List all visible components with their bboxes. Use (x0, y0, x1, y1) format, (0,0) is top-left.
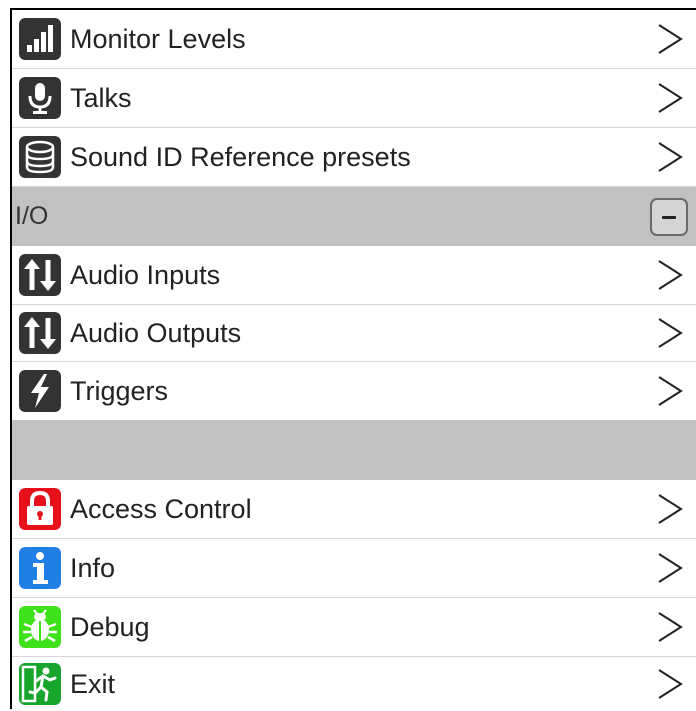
menu-item-label: Triggers (70, 375, 169, 406)
section-title: I/O (15, 202, 49, 230)
menu-item-label: Debug (70, 611, 150, 642)
menu-item-info[interactable]: Info (12, 539, 696, 598)
menu-item-talks[interactable]: Talks (12, 69, 696, 128)
chevron-right-icon (656, 611, 684, 643)
menu-item-sound-id-presets[interactable]: Sound ID Reference presets (12, 128, 696, 187)
up-down-arrows-icon (19, 254, 61, 296)
menu-item-access-control[interactable]: Access Control (12, 480, 696, 539)
chevron-right-icon (656, 317, 684, 349)
menu-item-exit[interactable]: Exit (12, 657, 696, 711)
signal-bars-icon (19, 18, 61, 60)
menu-item-debug[interactable]: Debug (12, 598, 696, 657)
menu-item-label: Info (70, 552, 116, 583)
database-icon (19, 136, 61, 178)
menu-item-triggers[interactable]: Triggers (12, 362, 696, 420)
info-icon (19, 547, 61, 589)
menu-item-label: Access Control (70, 493, 252, 524)
menu-item-label: Talks (70, 82, 132, 113)
settings-menu: Monitor Levels Talks Sound ID Reference … (10, 8, 696, 711)
menu-item-label: Sound ID Reference presets (70, 141, 411, 172)
menu-item-label: Exit (70, 668, 116, 699)
section-header-io[interactable]: I/O (12, 187, 696, 246)
collapse-section-button[interactable] (650, 197, 688, 236)
menu-item-label: Audio Outputs (70, 317, 242, 348)
chevron-right-icon (656, 552, 684, 584)
lock-icon (19, 488, 61, 530)
chevron-right-icon (656, 668, 684, 700)
bug-icon (19, 606, 61, 648)
section-header-empty (12, 420, 696, 480)
lightning-icon (19, 370, 61, 412)
up-down-arrows-icon (19, 312, 61, 354)
chevron-right-icon (656, 23, 684, 55)
chevron-right-icon (656, 493, 684, 525)
chevron-right-icon (656, 141, 684, 173)
menu-item-label: Audio Inputs (70, 259, 221, 290)
chevron-right-icon (656, 259, 684, 291)
chevron-right-icon (656, 82, 684, 114)
menu-item-monitor-levels[interactable]: Monitor Levels (12, 10, 696, 69)
exit-running-man-icon (19, 663, 61, 705)
microphone-icon (19, 77, 61, 119)
menu-item-label: Monitor Levels (70, 23, 246, 54)
chevron-right-icon (656, 375, 684, 407)
menu-item-audio-inputs[interactable]: Audio Inputs (12, 246, 696, 305)
menu-item-audio-outputs[interactable]: Audio Outputs (12, 305, 696, 362)
